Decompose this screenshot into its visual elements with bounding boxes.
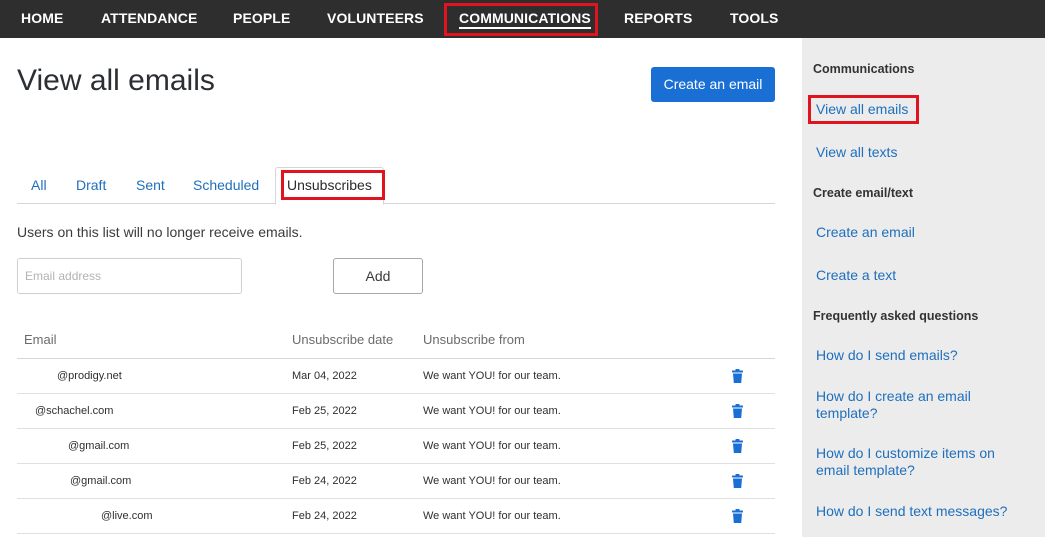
nav-reports-label: REPORTS [624, 10, 693, 26]
column-header-email[interactable]: Email [24, 323, 57, 357]
row-email: @live.com [101, 510, 153, 522]
unsubscribe-info-text: Users on this list will no longer receiv… [17, 224, 303, 240]
row-date: Feb 24, 2022 [292, 475, 357, 487]
row-date: Mar 04, 2022 [292, 370, 357, 382]
row-email: @gmail.com [68, 440, 130, 452]
nav-people[interactable]: PEOPLE [233, 0, 290, 38]
row-from: We want YOU! for our team. [423, 370, 561, 382]
add-button[interactable]: Add [333, 258, 423, 294]
email-tabs: All Draft Sent Scheduled Unsubscribes [17, 167, 775, 205]
sidebar-link-view-all-texts[interactable]: View all texts [816, 144, 1031, 161]
nav-home-label: HOME [21, 10, 64, 26]
row-email: @prodigy.net [57, 370, 122, 382]
create-email-button[interactable]: Create an email [651, 67, 775, 102]
row-email: @schachel.com [35, 405, 114, 417]
nav-tools-label: TOOLS [730, 10, 779, 26]
column-header-unsubscribe-from[interactable]: Unsubscribe from [423, 323, 525, 357]
row-from: We want YOU! for our team. [423, 510, 561, 522]
nav-home[interactable]: HOME [21, 0, 63, 38]
column-header-unsubscribe-date[interactable]: Unsubscribe date [292, 323, 393, 357]
nav-people-label: PEOPLE [233, 10, 291, 26]
table-row: @prodigy.net Mar 04, 2022 We want YOU! f… [17, 359, 775, 394]
sidebar-heading-communications: Communications [813, 62, 915, 76]
nav-volunteers[interactable]: VOLUNTEERS [327, 0, 424, 38]
faq-link-send-texts[interactable]: How do I send text messages? [816, 503, 1031, 520]
nav-reports[interactable]: REPORTS [624, 0, 692, 38]
faq-link-customize-template[interactable]: How do I customize items on email templa… [816, 445, 1016, 479]
table-row: @gmail.com Feb 24, 2022 We want YOU! for… [17, 464, 775, 499]
row-email: @gmail.com [70, 475, 132, 487]
tab-scheduled[interactable]: Scheduled [193, 167, 259, 204]
tab-sent[interactable]: Sent [136, 167, 165, 204]
sidebar-heading-create: Create email/text [813, 186, 914, 200]
nav-attendance[interactable]: ATTENDANCE [101, 0, 197, 38]
faq-link-send-emails[interactable]: How do I send emails? [816, 347, 1031, 364]
tab-all[interactable]: All [31, 167, 47, 204]
nav-communications[interactable]: COMMUNICATIONS [459, 0, 591, 38]
nav-volunteers-label: VOLUNTEERS [327, 10, 424, 26]
sidebar: Communications View all emails View all … [802, 38, 1045, 537]
nav-attendance-label: ATTENDANCE [101, 10, 198, 26]
top-nav: HOME ATTENDANCE PEOPLE VOLUNTEERS COMMUN… [0, 0, 1045, 38]
table-header: Email Unsubscribe date Unsubscribe from [17, 323, 775, 359]
row-from: We want YOU! for our team. [423, 475, 561, 487]
trash-icon[interactable] [732, 404, 743, 418]
nav-communications-label: COMMUNICATIONS [459, 10, 591, 29]
sidebar-heading-faq: Frequently asked questions [813, 309, 979, 323]
page-title: View all emails [17, 64, 215, 97]
trash-icon[interactable] [732, 509, 743, 523]
tab-unsubscribes[interactable]: Unsubscribes [275, 167, 384, 205]
table-row: @live.com Feb 24, 2022 We want YOU! for … [17, 499, 775, 534]
table-row: @gmail.com Feb 25, 2022 We want YOU! for… [17, 429, 775, 464]
row-date: Feb 25, 2022 [292, 440, 357, 452]
tab-draft[interactable]: Draft [76, 167, 106, 204]
sidebar-link-create-text[interactable]: Create a text [816, 267, 1031, 284]
trash-icon[interactable] [732, 369, 743, 383]
table-row: @schachel.com Feb 25, 2022 We want YOU! … [17, 394, 775, 429]
email-address-input[interactable] [17, 258, 242, 294]
faq-link-create-template[interactable]: How do I create an email template? [816, 388, 1006, 422]
nav-tools[interactable]: TOOLS [730, 0, 778, 38]
sidebar-link-create-email[interactable]: Create an email [816, 224, 1031, 241]
row-from: We want YOU! for our team. [423, 405, 561, 417]
row-date: Feb 25, 2022 [292, 405, 357, 417]
row-from: We want YOU! for our team. [423, 440, 561, 452]
row-date: Feb 24, 2022 [292, 510, 357, 522]
trash-icon[interactable] [732, 474, 743, 488]
trash-icon[interactable] [732, 439, 743, 453]
sidebar-link-view-all-emails[interactable]: View all emails [816, 101, 1031, 118]
